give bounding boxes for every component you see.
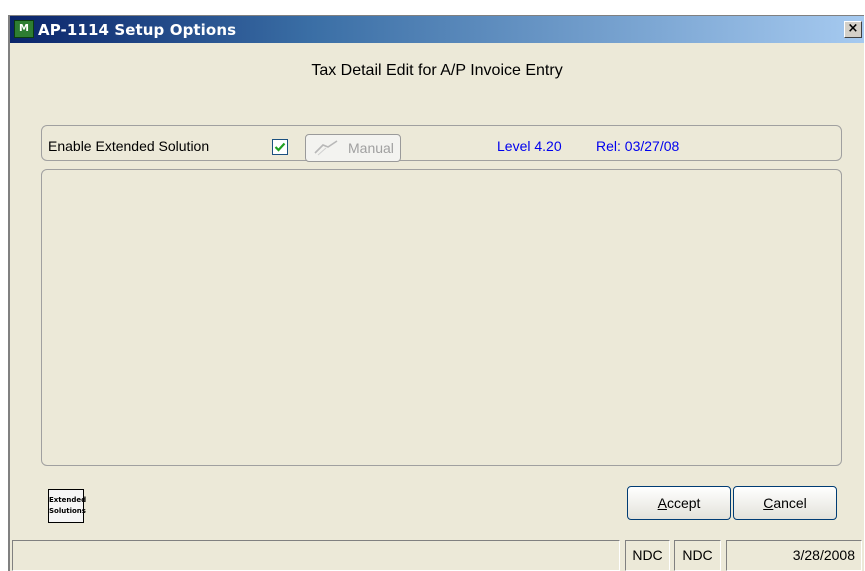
enable-extended-solution-checkbox[interactable] [272,139,288,155]
accept-button[interactable]: Accept [627,486,731,520]
logo-line1: Extended [49,496,87,504]
manual-icon [314,140,338,156]
status-bar: NDC NDC 3/28/2008 [10,540,864,571]
window-title: AP-1114 Setup Options [38,21,237,39]
status-message [12,540,620,571]
level-text: Level 4.20 [497,138,562,154]
logo-line2: Solutions [49,507,86,515]
page-title: Tax Detail Edit for A/P Invoice Entry [311,62,563,79]
close-button[interactable]: × [844,21,862,38]
manual-button[interactable]: Manual [305,134,401,162]
enable-extended-solution-label: Enable Extended Solution [48,138,210,154]
close-icon: × [847,21,859,36]
setup-options-window: M AP-1114 Setup Options × Tax Detail Edi… [8,15,864,571]
cancel-button[interactable]: Cancel [733,486,837,520]
status-date: 3/28/2008 [726,540,862,571]
cancel-accel: C [763,495,774,511]
status-company-name: NDC [674,540,721,571]
checkmark-icon [274,142,286,152]
cancel-label: ancel [773,495,807,511]
accept-label: ccept [666,495,701,511]
release-date-text: Rel: 03/27/08 [596,138,680,154]
detail-panel [41,169,842,466]
accept-accel: A [657,495,667,511]
app-icon: M [14,20,34,38]
title-bar[interactable]: M AP-1114 Setup Options × [10,16,864,43]
extended-solutions-logo: Extended Solutions [48,489,87,523]
status-company-code: NDC [625,540,670,571]
manual-button-label: Manual [348,140,394,156]
